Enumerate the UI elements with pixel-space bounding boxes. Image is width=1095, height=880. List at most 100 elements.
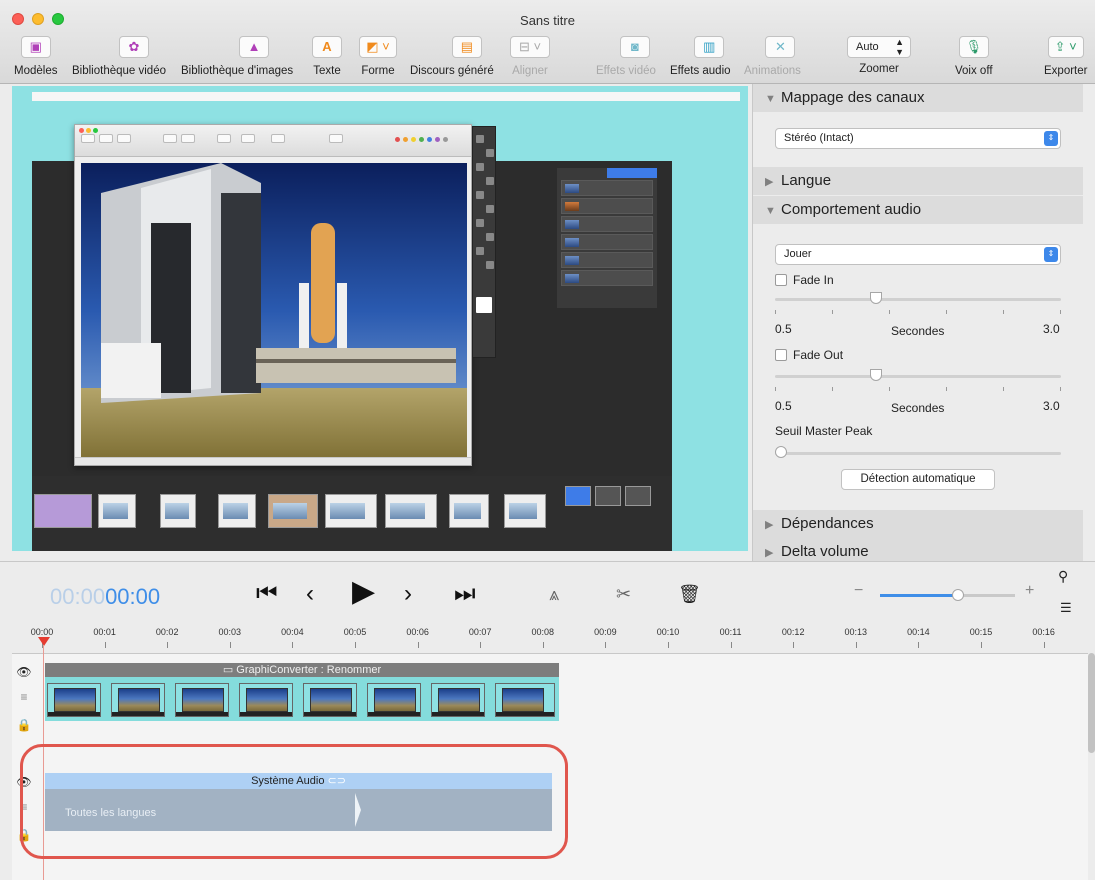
frame-dock [48,712,100,716]
zoom-field[interactable]: Auto ▲ ▼ [847,36,911,58]
strip-thumb [565,486,591,506]
color-dot-icon [403,137,408,142]
lock-icon[interactable]: 🔒 [12,718,36,732]
fade-out-checkbox[interactable]: Fade Out [775,348,843,362]
play-icon[interactable]: ▶ [352,577,375,607]
recorded-menubar [32,92,740,101]
toolbar-video-effects-button[interactable]: ◙ Effets vidéo [596,36,656,77]
ruler-tick [918,642,920,648]
effect-thumb [565,220,579,229]
shuttle-photo [81,163,467,459]
section-title: Mappage des canaux [781,89,925,106]
audio-behavior-popup[interactable]: Jouer ⇕ [775,244,1061,265]
app-window: Sans titre ▣ Modèles ✿ Bibliothèque vidé… [0,0,1095,880]
toolbar-align-button[interactable]: ⊟ ˅ Aligner [510,36,550,77]
timeline-zoom-slider[interactable] [880,589,1015,601]
recorded-thumbnail-strip [32,476,672,551]
skip-to-start-icon[interactable]: ⏮ [256,582,278,606]
recorded-button [81,134,95,143]
strip-thumb [504,494,546,528]
toolbar-text-button[interactable]: A Texte [312,36,342,77]
color-dot-icon [395,137,400,142]
previous-frame-icon[interactable]: ‹ [306,582,314,606]
trash-icon[interactable]: 🗑 [678,584,701,605]
checkbox-box [775,274,787,286]
toolbar-label: Bibliothèque d'images [181,65,294,77]
recorded-tab-active [607,168,657,178]
track-handle-icon[interactable]: ≡ [12,690,36,704]
search-icon[interactable]: ⚲ [1058,568,1068,585]
speech-icon: ▤ [451,36,482,58]
frame-dock [240,712,292,716]
fade-in-slider[interactable] [775,292,1061,306]
zoom-fill [880,594,959,597]
strip-thumb-preview [330,503,365,519]
toolbar-video-library-button[interactable]: ✿ Bibliothèque vidéo [72,36,166,77]
list-icon[interactable]: ☰ [1060,600,1072,616]
master-peak-slider[interactable] [775,446,1061,460]
split-marker-icon[interactable]: ⩓ [549,584,559,605]
frame-image [246,688,288,712]
zoom-out-icon[interactable]: − [854,582,863,600]
toolbar-shape-button[interactable]: ◩ ˅ Forme [359,36,397,77]
section-delta-volume[interactable]: ▶ Delta volume [753,538,1083,561]
channel-mapping-popup[interactable]: Stéréo (Intact) ⇕ [775,128,1061,149]
next-frame-icon[interactable]: › [404,582,412,606]
vertical-scrollbar[interactable] [1088,653,1095,753]
palette-tool-icon [476,219,484,227]
film-reel-icon: ✿ [119,36,149,58]
skip-to-end-icon[interactable]: ⏭ [454,582,476,606]
toolbar-templates-button[interactable]: ▣ Modèles [14,36,57,77]
fade-in-checkbox[interactable]: Fade In [775,273,834,287]
clip-frame [495,683,555,717]
toolbar-label: Discours généré [410,65,494,77]
toolbar-animations-button[interactable]: ✕ Animations [744,36,801,77]
zoom-in-icon[interactable]: + [1025,582,1034,600]
slider-knob[interactable] [775,446,787,458]
recorded-button [217,134,231,143]
frame-image [502,688,544,712]
toolbar-export-button[interactable]: ⇪ ˅ Exporter [1044,36,1087,77]
frame-image [438,688,480,712]
toolbar-label: Aligner [512,65,548,77]
checkbox-label: Fade Out [793,348,844,362]
scissors-icon[interactable]: ✂ [616,584,631,605]
video-clip-title-bar: ▭ GraphiConverter : Renommer [45,663,559,677]
toolbar-label: Voix off [955,65,993,77]
fade-out-min: 0.5 [775,399,792,413]
slider-knob[interactable] [869,369,882,381]
toolbar-zoom-control[interactable]: Auto ▲ ▼ Zoomer [847,36,911,75]
slider-track [775,375,1061,378]
checkbox-label: Fade In [793,273,834,287]
popup-value: Stéréo (Intact) [784,132,854,144]
toolbar-audio-effects-button[interactable]: ▥ Effets audio [670,36,731,77]
auto-detect-button[interactable]: Détection automatique [841,469,995,490]
toolbar-label: Modèles [14,65,58,77]
strip-thumb-preview [454,503,481,519]
zoom-knob[interactable] [952,589,965,601]
strip-thumb [385,494,437,528]
section-dependencies[interactable]: ▶ Dépendances [753,510,1083,538]
ruler-tick [167,642,169,648]
ruler-label: 00:07 [468,627,492,637]
eye-icon[interactable]: 👁 [12,665,36,679]
preview-canvas[interactable] [12,86,748,551]
timeline-ruler[interactable]: 00:00 00:01 00:02 00:03 00:04 00:05 00:06 00:07… [0,625,1095,653]
section-channel-mapping[interactable]: ▼ Mappage des canaux [753,84,1083,112]
section-audio-behavior[interactable]: ▼ Comportement audio [753,196,1083,224]
toolbar-image-library-button[interactable]: ▲ Bibliothèque d'images [181,36,293,77]
ruler-tick [730,642,732,648]
highlight-annotation [20,744,568,859]
recorded-effect-item [561,270,653,286]
ruler-label: 00:13 [844,627,868,637]
fade-out-slider[interactable] [775,369,1061,383]
toolbar-voiceover-button[interactable]: 🎙 Voix off [955,36,993,77]
animations-icon: ✕ [765,36,796,58]
strip-thumb-preview [390,503,425,519]
toolbar-speech-button[interactable]: ▤ Discours généré [410,36,494,77]
video-clip[interactable]: ▭ GraphiConverter : Renommer [45,663,559,721]
slider-knob[interactable] [869,292,882,304]
section-language[interactable]: ▶ Langue [753,167,1083,195]
fade-out-ticks [775,387,1061,393]
playhead-handle[interactable] [38,637,50,646]
